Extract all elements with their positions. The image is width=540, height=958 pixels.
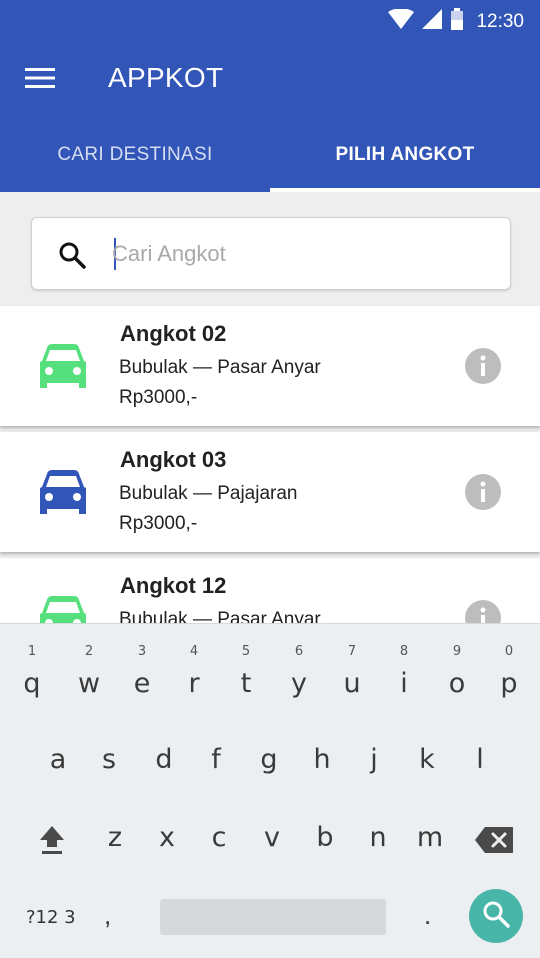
key-h[interactable]: h bbox=[302, 744, 342, 775]
angkot-price: Rp3000,- bbox=[119, 513, 198, 534]
key-number-hint: 9 bbox=[452, 644, 462, 659]
key-label: y bbox=[291, 668, 307, 699]
key-l[interactable]: l bbox=[460, 744, 500, 775]
tab-bar: CARI DESTINASI PILIH ANGKOT bbox=[0, 120, 540, 192]
key-p[interactable]: 0p bbox=[489, 644, 529, 699]
key-o[interactable]: 9o bbox=[437, 644, 477, 699]
key-label: o bbox=[448, 668, 466, 699]
angkot-name: Angkot 02 bbox=[120, 321, 227, 346]
app-header: 12:30 APPKOT CARI DESTINASI PILIH ANGKOT bbox=[0, 0, 540, 192]
info-icon[interactable] bbox=[465, 348, 501, 389]
key-e[interactable]: 3e bbox=[122, 644, 162, 699]
key-number-hint: 3 bbox=[137, 644, 147, 659]
space-bar[interactable] bbox=[160, 899, 386, 935]
key-y[interactable]: 6y bbox=[279, 644, 319, 699]
key-b[interactable]: b bbox=[305, 822, 345, 853]
search-box[interactable] bbox=[31, 217, 511, 290]
tab-pilih-angkot[interactable]: PILIH ANGKOT bbox=[270, 120, 540, 192]
active-tab-indicator bbox=[270, 188, 540, 192]
key-c[interactable]: c bbox=[199, 822, 239, 853]
key-g[interactable]: g bbox=[249, 744, 289, 775]
hamburger-menu-icon bbox=[25, 67, 55, 94]
key-label: u bbox=[343, 668, 361, 699]
key-q[interactable]: 1q bbox=[12, 644, 52, 699]
search-input[interactable] bbox=[112, 236, 482, 272]
key-z[interactable]: z bbox=[95, 822, 135, 853]
key-r[interactable]: 4r bbox=[174, 644, 214, 699]
app-title: APPKOT bbox=[108, 62, 224, 93]
search-icon bbox=[482, 900, 510, 933]
list-item[interactable]: Angkot 02 Bubulak — Pasar Anyar Rp3000,- bbox=[0, 306, 540, 426]
key-label: q bbox=[23, 668, 41, 699]
key-label: t bbox=[240, 668, 252, 699]
key-label: w bbox=[77, 668, 101, 699]
key-n[interactable]: n bbox=[358, 822, 398, 853]
comma-key[interactable]: , bbox=[104, 900, 111, 931]
key-i[interactable]: 8i bbox=[384, 644, 424, 699]
car-icon bbox=[38, 344, 88, 393]
key-number-hint: 1 bbox=[27, 644, 37, 659]
wifi-icon bbox=[388, 8, 415, 34]
key-f[interactable]: f bbox=[196, 744, 236, 775]
key-j[interactable]: j bbox=[354, 744, 394, 775]
key-x[interactable]: x bbox=[147, 822, 187, 853]
toolbar: APPKOT bbox=[0, 38, 540, 120]
status-time: 12:30 bbox=[476, 10, 524, 32]
key-label: e bbox=[133, 668, 151, 699]
key-v[interactable]: v bbox=[252, 822, 292, 853]
key-label: r bbox=[188, 668, 200, 699]
key-t[interactable]: 5t bbox=[226, 644, 266, 699]
key-m[interactable]: m bbox=[410, 822, 450, 853]
soft-keyboard: 1q 2w 3e 4r 5t 6y 7u 8i 9o 0p a s d f g … bbox=[0, 623, 540, 958]
key-number-hint: 7 bbox=[347, 644, 357, 659]
angkot-name: Angkot 12 bbox=[120, 573, 227, 598]
key-s[interactable]: s bbox=[89, 744, 129, 775]
shift-icon[interactable] bbox=[32, 824, 72, 861]
angkot-route: Bubulak — Pajajaran bbox=[119, 483, 298, 504]
status-bar: 12:30 bbox=[0, 0, 540, 38]
angkot-route: Bubulak — Pasar Anyar bbox=[119, 357, 321, 378]
tab-cari-destinasi[interactable]: CARI DESTINASI bbox=[0, 120, 270, 192]
battery-icon bbox=[450, 8, 464, 35]
key-w[interactable]: 2w bbox=[69, 644, 109, 699]
key-number-hint: 0 bbox=[504, 644, 514, 659]
key-number-hint: 4 bbox=[189, 644, 199, 659]
key-a[interactable]: a bbox=[38, 744, 78, 775]
menu-button[interactable] bbox=[20, 60, 60, 100]
keyboard-search-button[interactable] bbox=[469, 889, 523, 943]
car-icon bbox=[38, 470, 88, 519]
key-k[interactable]: k bbox=[407, 744, 447, 775]
key-number-hint: 6 bbox=[294, 644, 304, 659]
symbols-key[interactable]: ?12 3 bbox=[26, 907, 76, 928]
search-icon bbox=[58, 241, 86, 274]
info-icon[interactable] bbox=[465, 474, 501, 515]
backspace-icon[interactable] bbox=[474, 827, 514, 860]
angkot-name: Angkot 03 bbox=[120, 447, 227, 472]
key-label: i bbox=[400, 668, 408, 699]
period-key[interactable]: . bbox=[424, 900, 431, 931]
key-number-hint: 5 bbox=[241, 644, 251, 659]
key-label: p bbox=[500, 668, 518, 699]
key-number-hint: 2 bbox=[84, 644, 94, 659]
key-number-hint: 8 bbox=[399, 644, 409, 659]
signal-icon bbox=[422, 9, 443, 34]
key-u[interactable]: 7u bbox=[332, 644, 372, 699]
key-d[interactable]: d bbox=[144, 744, 184, 775]
list-item[interactable]: Angkot 03 Bubulak — Pajajaran Rp3000,- bbox=[0, 432, 540, 552]
angkot-price: Rp3000,- bbox=[119, 387, 198, 408]
